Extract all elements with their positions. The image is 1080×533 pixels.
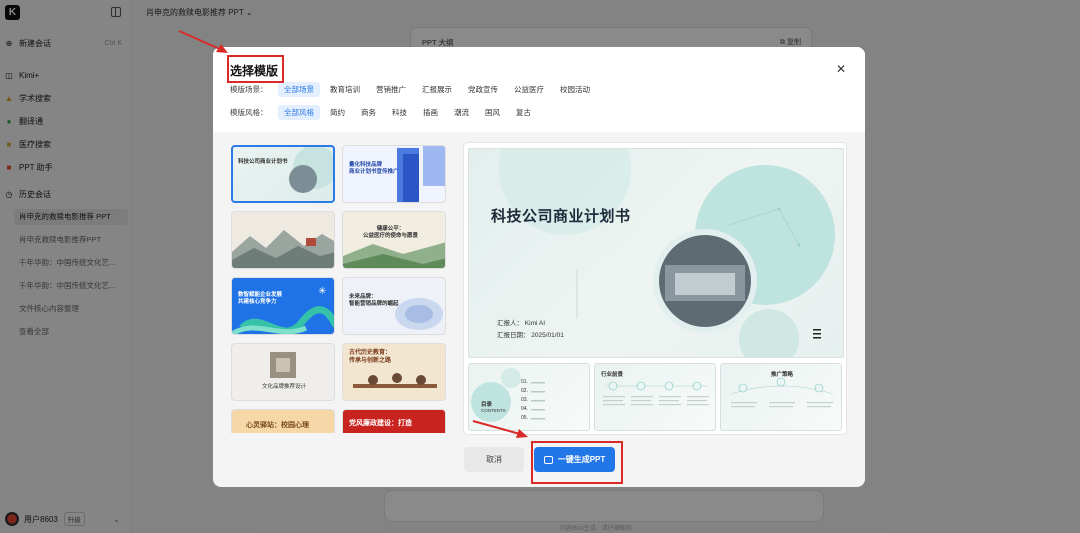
template-art — [343, 242, 445, 268]
template-art — [232, 230, 334, 268]
arrow-to-title-icon — [178, 30, 228, 53]
preview-slide-title: 科技公司商业计划书 — [491, 208, 631, 225]
arrow-to-button-icon — [472, 420, 528, 438]
contents-item: 01. — [521, 379, 528, 385]
contents-title: 目录 — [481, 402, 493, 408]
scene-chip-all[interactable]: 全部场景 — [278, 82, 320, 97]
contents-en: CONTENTS — [481, 408, 506, 413]
template-card[interactable]: 党风廉政建设：打造 — [342, 409, 446, 433]
cancel-button[interactable]: 取消 — [464, 447, 524, 472]
contents-item: 02. — [521, 388, 528, 394]
scene-chip-marketing[interactable]: 营销推广 — [370, 82, 412, 97]
style-chip-tech[interactable]: 科技 — [386, 105, 413, 120]
scene-chip-medical[interactable]: 公益医疗 — [508, 82, 550, 97]
scene-chip-report[interactable]: 汇报展示 — [416, 82, 458, 97]
template-title: 未来品牌： 智能营销品牌的崛起 — [349, 294, 399, 307]
template-card-selected[interactable]: 科技公司商业计划书 — [231, 145, 335, 203]
style-chip-trend[interactable]: 潮流 — [448, 105, 475, 120]
template-title: 心灵驿站：校园心理 — [246, 422, 309, 429]
close-icon[interactable]: ✕ — [835, 63, 847, 75]
contents-item: 04. — [521, 406, 528, 412]
style-filter-row: 模版风格： 全部风格 简约 商务 科技 插画 潮流 国风 复古 — [230, 105, 541, 120]
template-select-dialog: 选择模版 ✕ 模版场景： 全部场景 教育培训 营销推广 汇报展示 党政宣传 公益… — [213, 47, 865, 487]
template-preview: 科技公司商业计划书 汇报人： Kimi AI 汇报日期： 2025/01/01 … — [463, 142, 847, 435]
svg-text:✳: ✳ — [318, 286, 326, 297]
template-card[interactable]: 未来品牌： 智能营销品牌的崛起 — [342, 277, 446, 335]
style-filter-label: 模版风格： — [230, 108, 268, 117]
style-chip-chinese[interactable]: 国风 — [479, 105, 506, 120]
style-chip-simple[interactable]: 简约 — [324, 105, 351, 120]
template-title: 数智赋能企业发展 共建核心竞争力 — [238, 292, 283, 305]
strategy-slide-title: 推广策略 — [771, 372, 794, 378]
style-chip-retro[interactable]: 复古 — [510, 105, 537, 120]
template-title: 文化品牌推荐设计 — [262, 384, 307, 390]
template-title: 健康公平： 公益医疗的使命与愿景 — [363, 226, 419, 239]
template-card[interactable]: 心灵驿站：校园心理 — [231, 409, 335, 433]
style-chip-illustration[interactable]: 插画 — [417, 105, 444, 120]
industry-slide-title: 行业前景 — [601, 372, 624, 378]
preview-reporter: 汇报人： Kimi AI — [497, 320, 546, 327]
style-chip-all[interactable]: 全部风格 — [278, 105, 320, 120]
dialog-header: 选择模版 ✕ 模版场景： 全部场景 教育培训 营销推广 汇报展示 党政宣传 公益… — [213, 47, 865, 132]
preview-main-slide: 科技公司商业计划书 汇报人： Kimi AI 汇报日期： 2025/01/01 — [468, 148, 844, 358]
contents-item: 03. — [521, 397, 528, 403]
scene-chip-party[interactable]: 党政宣传 — [462, 82, 504, 97]
button-highlight-box — [531, 441, 623, 484]
template-title: 量化科技品牌 商业计划书宣传推广 — [349, 162, 399, 175]
template-card[interactable]: 文化品牌推荐设计 — [231, 343, 335, 401]
template-art — [270, 352, 296, 378]
template-card[interactable]: 古代历史教育： 传承与创新之路 — [342, 343, 446, 401]
template-title: 科技公司商业计划书 — [238, 159, 288, 165]
template-card[interactable] — [231, 211, 335, 269]
scene-chip-education[interactable]: 教育培训 — [324, 82, 366, 97]
preview-sub-slide-industry: 行业前景 — [594, 363, 716, 431]
template-title: 古代历史教育： 传承与创新之路 — [349, 350, 392, 364]
scene-chip-campus[interactable]: 校园活动 — [554, 82, 596, 97]
scene-filter-label: 模版场景： — [230, 85, 268, 94]
template-title: 党风廉政建设：打造 — [349, 420, 412, 427]
template-card[interactable]: 量化科技品牌 商业计划书宣传推广 — [342, 145, 446, 203]
template-card[interactable]: 健康公平： 公益医疗的使命与愿景 — [342, 211, 446, 269]
scene-filter-row: 模版场景： 全部场景 教育培训 营销推广 汇报展示 党政宣传 公益医疗 校园活动 — [230, 82, 600, 97]
title-highlight-box — [227, 55, 284, 83]
template-card[interactable]: ✳ 数智赋能企业发展 共建核心竞争力 — [231, 277, 335, 335]
preview-sub-slide-strategy: 推广策略 — [720, 363, 842, 431]
preview-date: 汇报日期： 2025/01/01 — [497, 332, 564, 339]
template-list: 科技公司商业计划书 量化科技品牌 商业计划书宣传推广 健康公平： 公益医疗的使命… — [229, 143, 449, 433]
template-art — [289, 147, 333, 193]
style-chip-business[interactable]: 商务 — [355, 105, 382, 120]
template-art: ✳ — [232, 286, 334, 334]
